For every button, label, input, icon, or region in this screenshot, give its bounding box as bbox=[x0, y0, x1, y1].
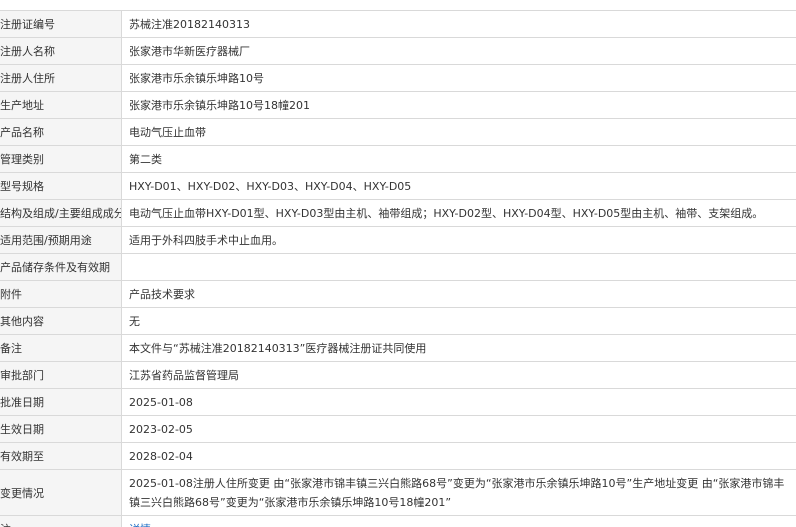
row-remarks: 备注 本文件与“苏械注准20182140313”医疗器械注册证共同使用 bbox=[0, 335, 796, 362]
value-approval-department: 江苏省药品监督管理局 bbox=[129, 369, 239, 382]
value-product-name: 电动气压止血带 bbox=[129, 126, 206, 139]
value-effective-date: 2023-02-05 bbox=[129, 422, 193, 436]
row-registrant-address: 注册人住所 张家港市乐余镇乐坤路10号 bbox=[0, 65, 796, 92]
row-storage-validity: 产品储存条件及有效期 bbox=[0, 254, 796, 281]
label-management-class: 管理类别 bbox=[0, 153, 44, 166]
label-model-spec: 型号规格 bbox=[0, 180, 44, 193]
label-registrant-address: 注册人住所 bbox=[0, 72, 55, 85]
label-production-address: 生产地址 bbox=[0, 99, 44, 112]
label-change-history: 变更情况 bbox=[0, 486, 44, 500]
value-registrant-name: 张家港市华新医疗器械厂 bbox=[129, 45, 250, 58]
value-other-content: 无 bbox=[129, 315, 140, 328]
value-registrant-address: 张家港市乐余镇乐坤路10号 bbox=[129, 72, 264, 85]
row-structure-composition: 结构及组成/主要组成成分 电动气压止血带HXY-D01型、HXY-D03型由主机… bbox=[0, 200, 796, 227]
value-intended-use: 适用于外科四肢手术中止血用。 bbox=[129, 234, 283, 247]
value-storage-validity bbox=[122, 254, 796, 280]
label-remarks: 备注 bbox=[0, 342, 22, 355]
row-approval-date: 批准日期 2025-01-08 bbox=[0, 389, 796, 416]
row-management-class: 管理类别 第二类 bbox=[0, 146, 796, 173]
row-approval-department: 审批部门 江苏省药品监督管理局 bbox=[0, 362, 796, 389]
row-note: 注 详情 bbox=[0, 516, 796, 527]
value-approval-date: 2025-01-08 bbox=[129, 395, 193, 409]
row-registration-number: 注册证编号 苏械注准20182140313 bbox=[0, 11, 796, 38]
label-structure-composition: 结构及组成/主要组成成分 bbox=[0, 207, 122, 220]
label-approval-department: 审批部门 bbox=[0, 369, 44, 382]
row-model-spec: 型号规格 HXY-D01、HXY-D02、HXY-D03、HXY-D04、HXY… bbox=[0, 173, 796, 200]
registration-detail-table: 注册证编号 苏械注准20182140313 注册人名称 张家港市华新医疗器械厂 … bbox=[0, 10, 796, 527]
row-product-name: 产品名称 电动气压止血带 bbox=[0, 119, 796, 146]
row-valid-until: 有效期至 2028-02-04 bbox=[0, 443, 796, 470]
label-effective-date: 生效日期 bbox=[0, 423, 44, 436]
label-valid-until: 有效期至 bbox=[0, 450, 44, 463]
label-storage-validity: 产品储存条件及有效期 bbox=[0, 261, 110, 274]
label-intended-use: 适用范围/预期用途 bbox=[0, 234, 92, 247]
label-product-name: 产品名称 bbox=[0, 126, 44, 139]
value-registration-number: 苏械注准20182140313 bbox=[129, 18, 250, 31]
value-attachment: 产品技术要求 bbox=[129, 288, 195, 301]
row-production-address: 生产地址 张家港市乐余镇乐坤路10号18幢201 bbox=[0, 92, 796, 119]
value-remarks: 本文件与“苏械注准20182140313”医疗器械注册证共同使用 bbox=[129, 342, 427, 355]
row-other-content: 其他内容 无 bbox=[0, 308, 796, 335]
value-change-history: 2025-01-08注册人住所变更 由“张家港市锦丰镇三兴白熊路68号”变更为“… bbox=[129, 476, 785, 509]
value-valid-until: 2028-02-04 bbox=[129, 449, 193, 463]
label-approval-date: 批准日期 bbox=[0, 396, 44, 409]
row-effective-date: 生效日期 2023-02-05 bbox=[0, 416, 796, 443]
label-attachment: 附件 bbox=[0, 288, 22, 301]
value-management-class: 第二类 bbox=[129, 153, 162, 166]
value-production-address: 张家港市乐余镇乐坤路10号18幢201 bbox=[129, 99, 310, 112]
value-model-spec: HXY-D01、HXY-D02、HXY-D03、HXY-D04、HXY-D05 bbox=[129, 180, 412, 193]
label-registration-number: 注册证编号 bbox=[0, 18, 55, 31]
label-registrant-name: 注册人名称 bbox=[0, 45, 55, 58]
label-other-content: 其他内容 bbox=[0, 315, 44, 328]
row-attachment: 附件 产品技术要求 bbox=[0, 281, 796, 308]
row-change-history: 变更情况 2025-01-08注册人住所变更 由“张家港市锦丰镇三兴白熊路68号… bbox=[0, 470, 796, 516]
row-intended-use: 适用范围/预期用途 适用于外科四肢手术中止血用。 bbox=[0, 227, 796, 254]
row-registrant-name: 注册人名称 张家港市华新医疗器械厂 bbox=[0, 38, 796, 65]
details-link[interactable]: 详情 bbox=[129, 521, 151, 527]
label-note: 注 bbox=[0, 521, 11, 527]
value-structure-composition: 电动气压止血带HXY-D01型、HXY-D03型由主机、袖带组成；HXY-D02… bbox=[129, 207, 764, 220]
